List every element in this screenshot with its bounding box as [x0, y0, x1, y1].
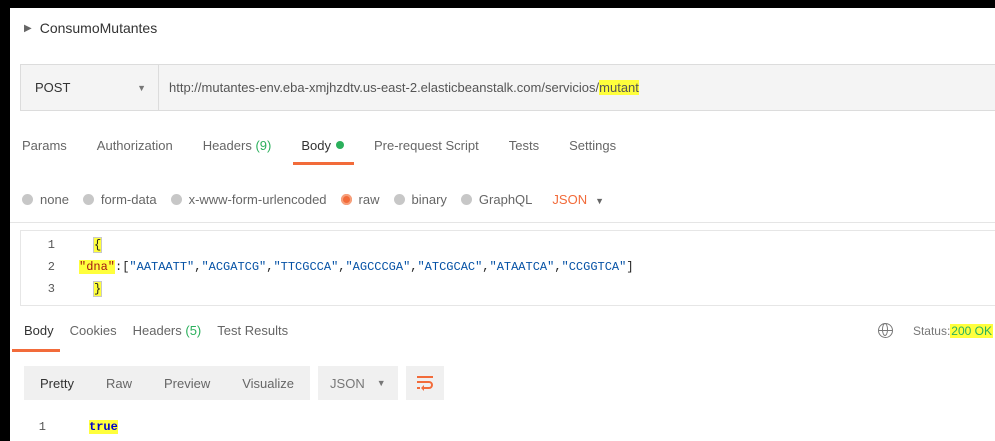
- tab-body[interactable]: Body: [293, 134, 354, 165]
- response-format-label: JSON: [330, 375, 365, 391]
- response-headers-count: (5): [185, 323, 202, 338]
- response-status: Status: 200 OK: [877, 323, 993, 338]
- response-tab-test-results[interactable]: Test Results: [217, 313, 288, 338]
- editor-line: 1 {: [21, 234, 995, 256]
- tab-prerequest-script[interactable]: Pre-request Script: [374, 134, 479, 153]
- method-label: POST: [35, 80, 71, 95]
- radio-raw[interactable]: raw: [340, 191, 380, 207]
- radio-form-data[interactable]: form-data: [82, 191, 157, 207]
- response-tab-cookies[interactable]: Cookies: [70, 313, 117, 338]
- radio-icon: [393, 193, 405, 205]
- json-string: "ATAATCA": [489, 260, 555, 274]
- method-select[interactable]: POST ▼: [21, 65, 159, 110]
- response-tab-headers[interactable]: Headers (5): [133, 313, 202, 338]
- wrap-lines-icon: [416, 376, 433, 391]
- editor-line: 2 "dna":["AATAATT","ACGATCG","TTCGCCA","…: [21, 256, 995, 278]
- request-url-bar: POST ▼ http://mutantes-env.eba-xmjhzdtv.…: [20, 64, 995, 111]
- tab-headers[interactable]: Headers (9): [203, 134, 272, 153]
- json-string: "TTCGCCA": [273, 260, 339, 274]
- tab-authorization[interactable]: Authorization: [97, 134, 173, 153]
- tab-params[interactable]: Params: [22, 134, 67, 153]
- editor-line: 3 }: [21, 278, 995, 300]
- response-format-select[interactable]: JSON ▼: [318, 366, 398, 400]
- view-preview-button[interactable]: Preview: [148, 366, 226, 400]
- line-code: }: [93, 278, 103, 300]
- request-body-editor[interactable]: 1 { 2 "dna":["AATAATT", "ACGATCG", "TTCGCC…: [20, 230, 995, 306]
- radio-raw-label: raw: [358, 191, 380, 207]
- body-mode-options: none form-data x-www-form-urlencoded raw…: [10, 184, 995, 214]
- response-true-value: true: [89, 420, 118, 434]
- radio-graphql-label: GraphQL: [478, 191, 533, 207]
- language-select[interactable]: JSON ▼: [552, 192, 604, 207]
- response-headers-label: Headers: [132, 323, 182, 338]
- language-label: JSON: [552, 191, 588, 207]
- tab-settings[interactable]: Settings: [569, 134, 616, 153]
- divider: [10, 222, 995, 223]
- wrap-lines-button[interactable]: [405, 366, 444, 400]
- close-brace: }: [93, 281, 103, 297]
- line-code: {: [93, 234, 103, 256]
- view-raw-button[interactable]: Raw: [90, 366, 148, 400]
- radio-form-data-label: form-data: [100, 191, 157, 207]
- view-mode-group: Pretty Raw Preview Visualize: [24, 366, 311, 400]
- collection-name: ConsumoMutantes: [39, 20, 158, 36]
- radio-selected-icon: [340, 193, 352, 205]
- chevron-down-icon: ▼: [595, 195, 604, 206]
- json-string: "ATCGCAC": [417, 260, 483, 274]
- line-code: "dna":["AATAATT","ACGATCG","TTCGCCA","AG…: [79, 256, 634, 278]
- radio-icon: [170, 193, 182, 205]
- collection-header[interactable]: ▶ ConsumoMutantes: [10, 8, 995, 48]
- radio-binary[interactable]: binary: [393, 191, 447, 207]
- globe-icon[interactable]: [877, 323, 893, 338]
- radio-icon: [82, 193, 94, 205]
- tab-tests[interactable]: Tests: [509, 134, 539, 153]
- json-string: "AATAATT": [129, 260, 195, 274]
- response-tabs: Body Cookies Headers (5) Test Results St…: [10, 313, 995, 355]
- body-active-dot-icon: [335, 141, 344, 149]
- url-input[interactable]: http://mutantes-env.eba-xmjhzdtv.us-east…: [159, 80, 639, 95]
- json-punct: :[: [115, 260, 130, 274]
- json-punct: ,: [482, 260, 490, 274]
- response-view-bar: Pretty Raw Preview Visualize JSON ▼: [24, 365, 995, 401]
- status-label: Status:: [912, 323, 951, 338]
- json-string: "CCGGTCA": [561, 260, 627, 274]
- view-visualize-button[interactable]: Visualize: [226, 366, 310, 400]
- json-string: "ACGATCG": [201, 260, 267, 274]
- headers-count: (9): [255, 138, 272, 153]
- radio-urlencoded[interactable]: x-www-form-urlencoded: [170, 191, 327, 207]
- json-key: "dna": [79, 260, 116, 274]
- view-pretty-button[interactable]: Pretty: [24, 366, 90, 400]
- response-tab-body[interactable]: Body: [12, 313, 60, 352]
- line-number: 3: [47, 282, 55, 296]
- chevron-down-icon: ▼: [376, 378, 386, 388]
- radio-urlencoded-label: x-www-form-urlencoded: [188, 191, 327, 207]
- postman-window: ▶ ConsumoMutantes POST ▼ http://mutantes…: [10, 8, 995, 441]
- request-tabs: Params Authorization Headers (9) Body Pr…: [10, 134, 995, 178]
- tab-body-label: Body: [301, 138, 331, 153]
- json-punct: ,: [554, 260, 562, 274]
- status-value: 200 OK: [950, 323, 993, 338]
- url-highlight: mutant: [599, 80, 639, 95]
- radio-icon: [22, 193, 33, 205]
- tab-headers-label: Headers: [202, 138, 252, 153]
- triangle-right-icon[interactable]: ▶: [24, 23, 32, 34]
- json-punct: ]: [626, 260, 634, 274]
- radio-none[interactable]: none: [22, 192, 69, 207]
- line-number: 1: [38, 420, 46, 434]
- radio-binary-label: binary: [411, 191, 447, 207]
- open-brace: {: [93, 237, 103, 253]
- json-string: "AGCCCGA": [345, 260, 411, 274]
- url-prefix: http://mutantes-env.eba-xmjhzdtv.us-east…: [169, 80, 600, 95]
- chevron-down-icon: ▼: [137, 82, 146, 93]
- radio-graphql[interactable]: GraphQL: [460, 191, 533, 207]
- line-number: 1: [47, 238, 55, 252]
- response-body: 1 true: [10, 420, 995, 440]
- line-number: 2: [47, 260, 55, 274]
- radio-none-label: none: [40, 191, 69, 207]
- response-value: true: [89, 420, 118, 434]
- radio-icon: [460, 193, 472, 205]
